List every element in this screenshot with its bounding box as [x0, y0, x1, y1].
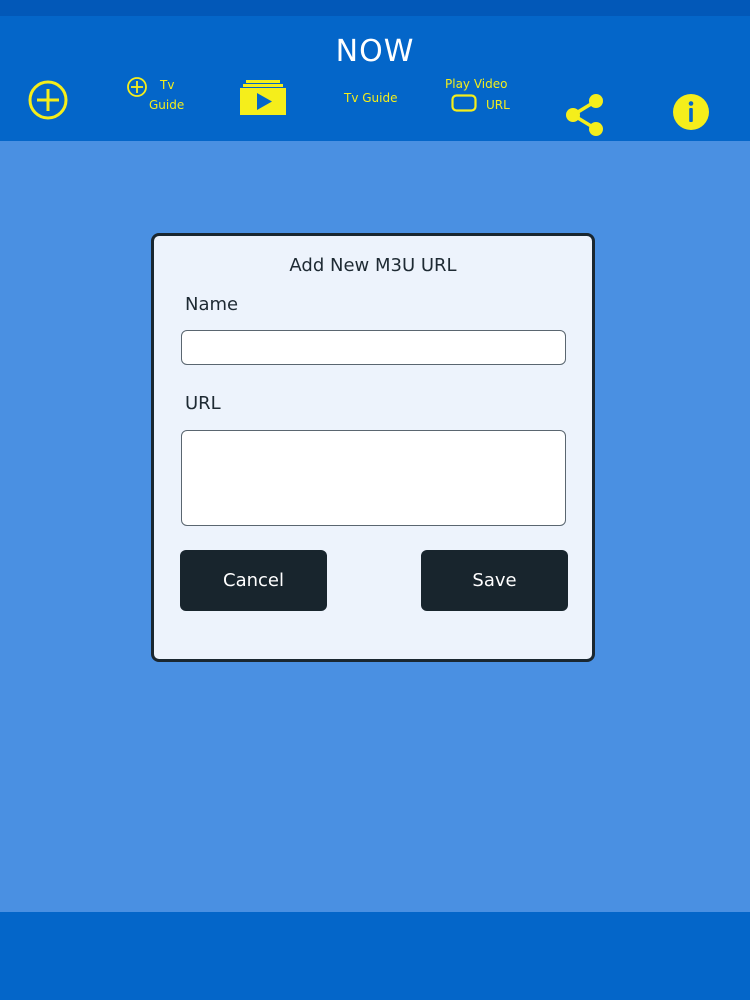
url-input[interactable]	[181, 430, 566, 526]
tv-guide-button[interactable]: Tv Guide	[344, 91, 397, 105]
add-tv-guide-label-line2: Guide	[149, 98, 185, 112]
app-header: NOW	[0, 16, 750, 141]
name-input[interactable]	[181, 330, 566, 365]
add-tv-guide-label-line1: Tv	[160, 78, 175, 92]
add-m3u-dialog: Add New M3U URL Name URL Cancel Save	[151, 233, 595, 662]
add-button[interactable]	[27, 79, 69, 121]
share-button[interactable]	[565, 94, 605, 136]
tv-guide-label: Tv Guide	[344, 91, 398, 105]
cancel-button[interactable]: Cancel	[180, 550, 327, 611]
video-player-icon	[240, 80, 286, 115]
status-bar	[0, 0, 750, 16]
plus-circle-small-icon	[127, 77, 147, 97]
app-title: NOW	[335, 34, 415, 69]
url-label: URL	[185, 393, 221, 414]
save-button[interactable]: Save	[421, 550, 568, 611]
name-label: Name	[185, 294, 239, 315]
play-video-url-label: URL	[486, 98, 510, 112]
video-player-button[interactable]	[239, 80, 287, 116]
plus-circle-icon	[28, 80, 68, 120]
play-video-label: Play Video	[445, 77, 508, 91]
play-video-url-button[interactable]: Play Video URL	[445, 77, 515, 117]
bottom-bar	[0, 912, 750, 1000]
info-button[interactable]	[672, 93, 710, 131]
share-icon	[566, 94, 603, 136]
rectangle-icon	[451, 94, 477, 112]
dialog-title: Add New M3U URL	[289, 255, 457, 276]
info-icon	[673, 94, 709, 130]
add-tv-guide-button[interactable]: Tv Guide	[126, 76, 196, 116]
